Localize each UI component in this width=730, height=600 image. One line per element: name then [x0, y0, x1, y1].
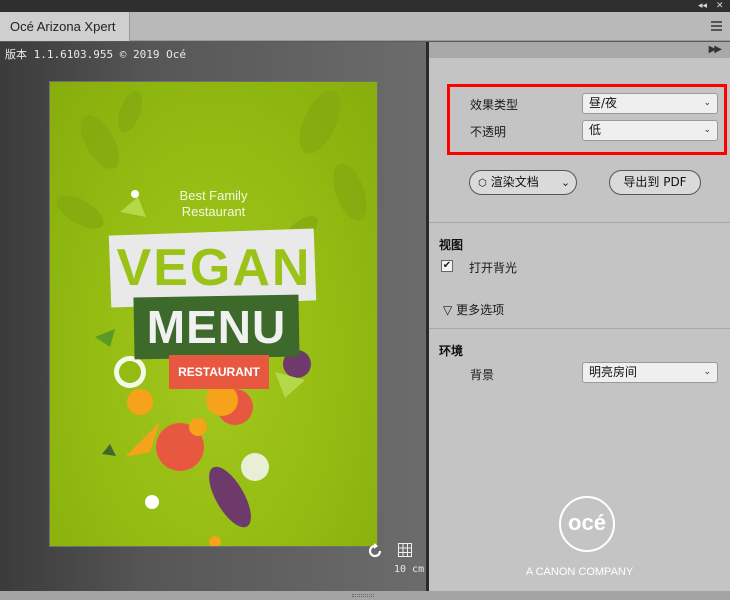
- scale-label: 10 cm: [394, 564, 425, 575]
- version-label: 版本 1.1.6103.955 © 2019 Océ: [5, 48, 186, 61]
- tagline-line1: Best Family: [179, 188, 248, 203]
- poster-subheadline: MENU: [146, 301, 287, 353]
- opacity-select[interactable]: 低 ⌄: [582, 120, 718, 141]
- background-label: 背景: [470, 368, 495, 382]
- collapse-panel-icon[interactable]: ◂◂: [698, 0, 707, 12]
- cube-icon: ⬡: [478, 178, 487, 189]
- tab-bar: Océ Arizona Xpert: [0, 12, 730, 41]
- triangle-down-icon: ▽: [443, 303, 453, 317]
- effect-type-label: 效果类型: [470, 98, 519, 112]
- preview-pane: 版本 1.1.6103.955 © 2019 Océ Best Family R…: [0, 42, 426, 591]
- opacity-label: 不透明: [470, 125, 507, 139]
- poster-badge: RESTAURANT: [178, 365, 260, 379]
- more-options-label: 更多选项: [456, 303, 505, 317]
- background-select[interactable]: 明亮房间 ⌄: [582, 362, 718, 383]
- panel-header: ▶▶: [429, 42, 730, 58]
- section-divider: [429, 222, 730, 223]
- chevron-down-icon: ⌄: [560, 176, 571, 189]
- close-icon[interactable]: ✕: [716, 0, 724, 12]
- backlight-label: 打开背光: [469, 261, 518, 275]
- effect-type-value: 昼/夜: [589, 96, 618, 110]
- grid-icon[interactable]: [398, 543, 412, 557]
- document-preview[interactable]: Best Family Restaurant VEGAN MENU RESTAU…: [50, 82, 377, 546]
- resize-grip-icon[interactable]: [352, 594, 374, 597]
- chevron-down-icon: ⌄: [703, 98, 711, 108]
- backlight-checkbox[interactable]: ✔: [441, 260, 453, 272]
- bottom-resize-bar: [0, 591, 730, 600]
- opacity-value: 低: [589, 123, 602, 137]
- chevron-down-icon: ⌄: [703, 125, 711, 135]
- render-document-label: 渲染文档: [490, 175, 539, 189]
- poster-headline: VEGAN: [116, 239, 312, 297]
- oce-logo: océ: [559, 496, 615, 552]
- environment-section-title: 环境: [439, 344, 464, 358]
- render-document-button[interactable]: ⬡ 渲染文档: [469, 170, 556, 195]
- hamburger-menu-icon[interactable]: [711, 21, 722, 31]
- more-options-toggle[interactable]: ▽ 更多选项: [443, 301, 504, 318]
- tagline-line2: Restaurant: [181, 204, 246, 219]
- expand-icon[interactable]: ▶▶: [709, 44, 722, 55]
- chevron-down-icon: ⌄: [703, 367, 711, 377]
- view-section-title: 视图: [439, 238, 464, 252]
- brand-tagline: A CANON COMPANY: [525, 566, 634, 578]
- render-options-dropdown[interactable]: ⌄: [555, 170, 577, 195]
- tab-oce-arizona-xpert[interactable]: Océ Arizona Xpert: [0, 12, 130, 41]
- section-divider: [429, 328, 730, 329]
- settings-panel: ▶▶ 效果类型 昼/夜 ⌄ 不透明 低 ⌄ ⬡ 渲染文档 ⌄ 导出到 PDF 视图…: [429, 42, 730, 591]
- window-title-strip: ◂◂ ✕: [0, 0, 730, 12]
- export-pdf-button[interactable]: 导出到 PDF: [609, 170, 701, 195]
- refresh-icon[interactable]: [367, 543, 383, 559]
- effect-type-select[interactable]: 昼/夜 ⌄: [582, 93, 718, 114]
- background-value: 明亮房间: [589, 365, 638, 379]
